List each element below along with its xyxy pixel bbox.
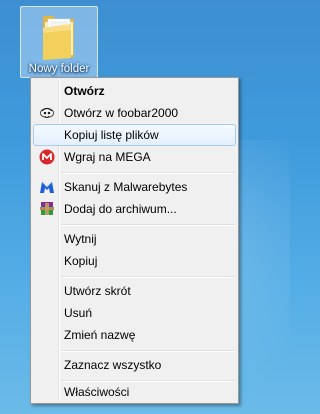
menu-item-copy[interactable]: Kopiuj xyxy=(33,250,236,272)
menu-item-add-to-archive[interactable]: Dodaj do archiwum... xyxy=(33,198,236,220)
menu-item-label: Dodaj do archiwum... xyxy=(64,202,177,216)
menu-item-copy-file-list[interactable]: Kopiuj listę plików xyxy=(33,124,236,146)
menu-item-label: Właściwości xyxy=(64,385,130,399)
menu-item-select-all[interactable]: Zaznacz wszystko xyxy=(33,354,236,376)
menu-item-label: Skanuj z Malwarebytes xyxy=(64,180,188,194)
menu-separator xyxy=(61,350,236,352)
menu-item-label: Kopiuj xyxy=(64,254,98,268)
menu-item-cut[interactable]: Wytnij xyxy=(33,228,236,250)
menu-separator xyxy=(61,172,236,174)
menu-item-label: Otwórz w foobar2000 xyxy=(64,106,179,120)
menu-item-label: Otwórz xyxy=(64,84,105,98)
menu-separator xyxy=(61,276,236,278)
menu-item-label: Zaznacz wszystko xyxy=(64,358,162,372)
menu-item-open-in-foobar2000[interactable]: Otwórz w foobar2000 xyxy=(33,102,236,124)
winrar-icon xyxy=(40,202,54,215)
menu-item-label: Wgraj na MEGA xyxy=(64,150,151,164)
folder-label: Nowy folder xyxy=(28,63,90,75)
mega-icon xyxy=(39,149,55,165)
menu-item-label: Usuń xyxy=(64,306,93,320)
menu-item-open[interactable]: Otwórz xyxy=(33,80,236,102)
menu-item-label: Kopiuj listę plików xyxy=(64,128,159,142)
foobar-icon xyxy=(40,107,54,118)
menu-item-rename[interactable]: Zmień nazwę xyxy=(33,324,236,346)
malwarebytes-icon xyxy=(40,181,54,193)
menu-separator xyxy=(61,224,236,226)
menu-item-label: Wytnij xyxy=(64,232,97,246)
menu-item-delete[interactable]: Usuń xyxy=(33,302,236,324)
menu-item-properties[interactable]: Właściwości xyxy=(33,381,236,403)
context-menu: Otwórz Otwórz w foobar2000 Kopiuj listę … xyxy=(30,77,239,404)
menu-item-label: Utwórz skrót xyxy=(64,284,131,298)
menu-item-create-shortcut[interactable]: Utwórz skrót xyxy=(33,280,236,302)
menu-item-label: Zmień nazwę xyxy=(64,328,136,342)
menu-item-upload-to-mega[interactable]: Wgraj na MEGA xyxy=(33,146,236,168)
folder-icon xyxy=(43,16,74,60)
desktop-folder[interactable]: Nowy folder xyxy=(20,6,98,78)
menu-item-scan-with-malwarebytes[interactable]: Skanuj z Malwarebytes xyxy=(33,176,236,198)
